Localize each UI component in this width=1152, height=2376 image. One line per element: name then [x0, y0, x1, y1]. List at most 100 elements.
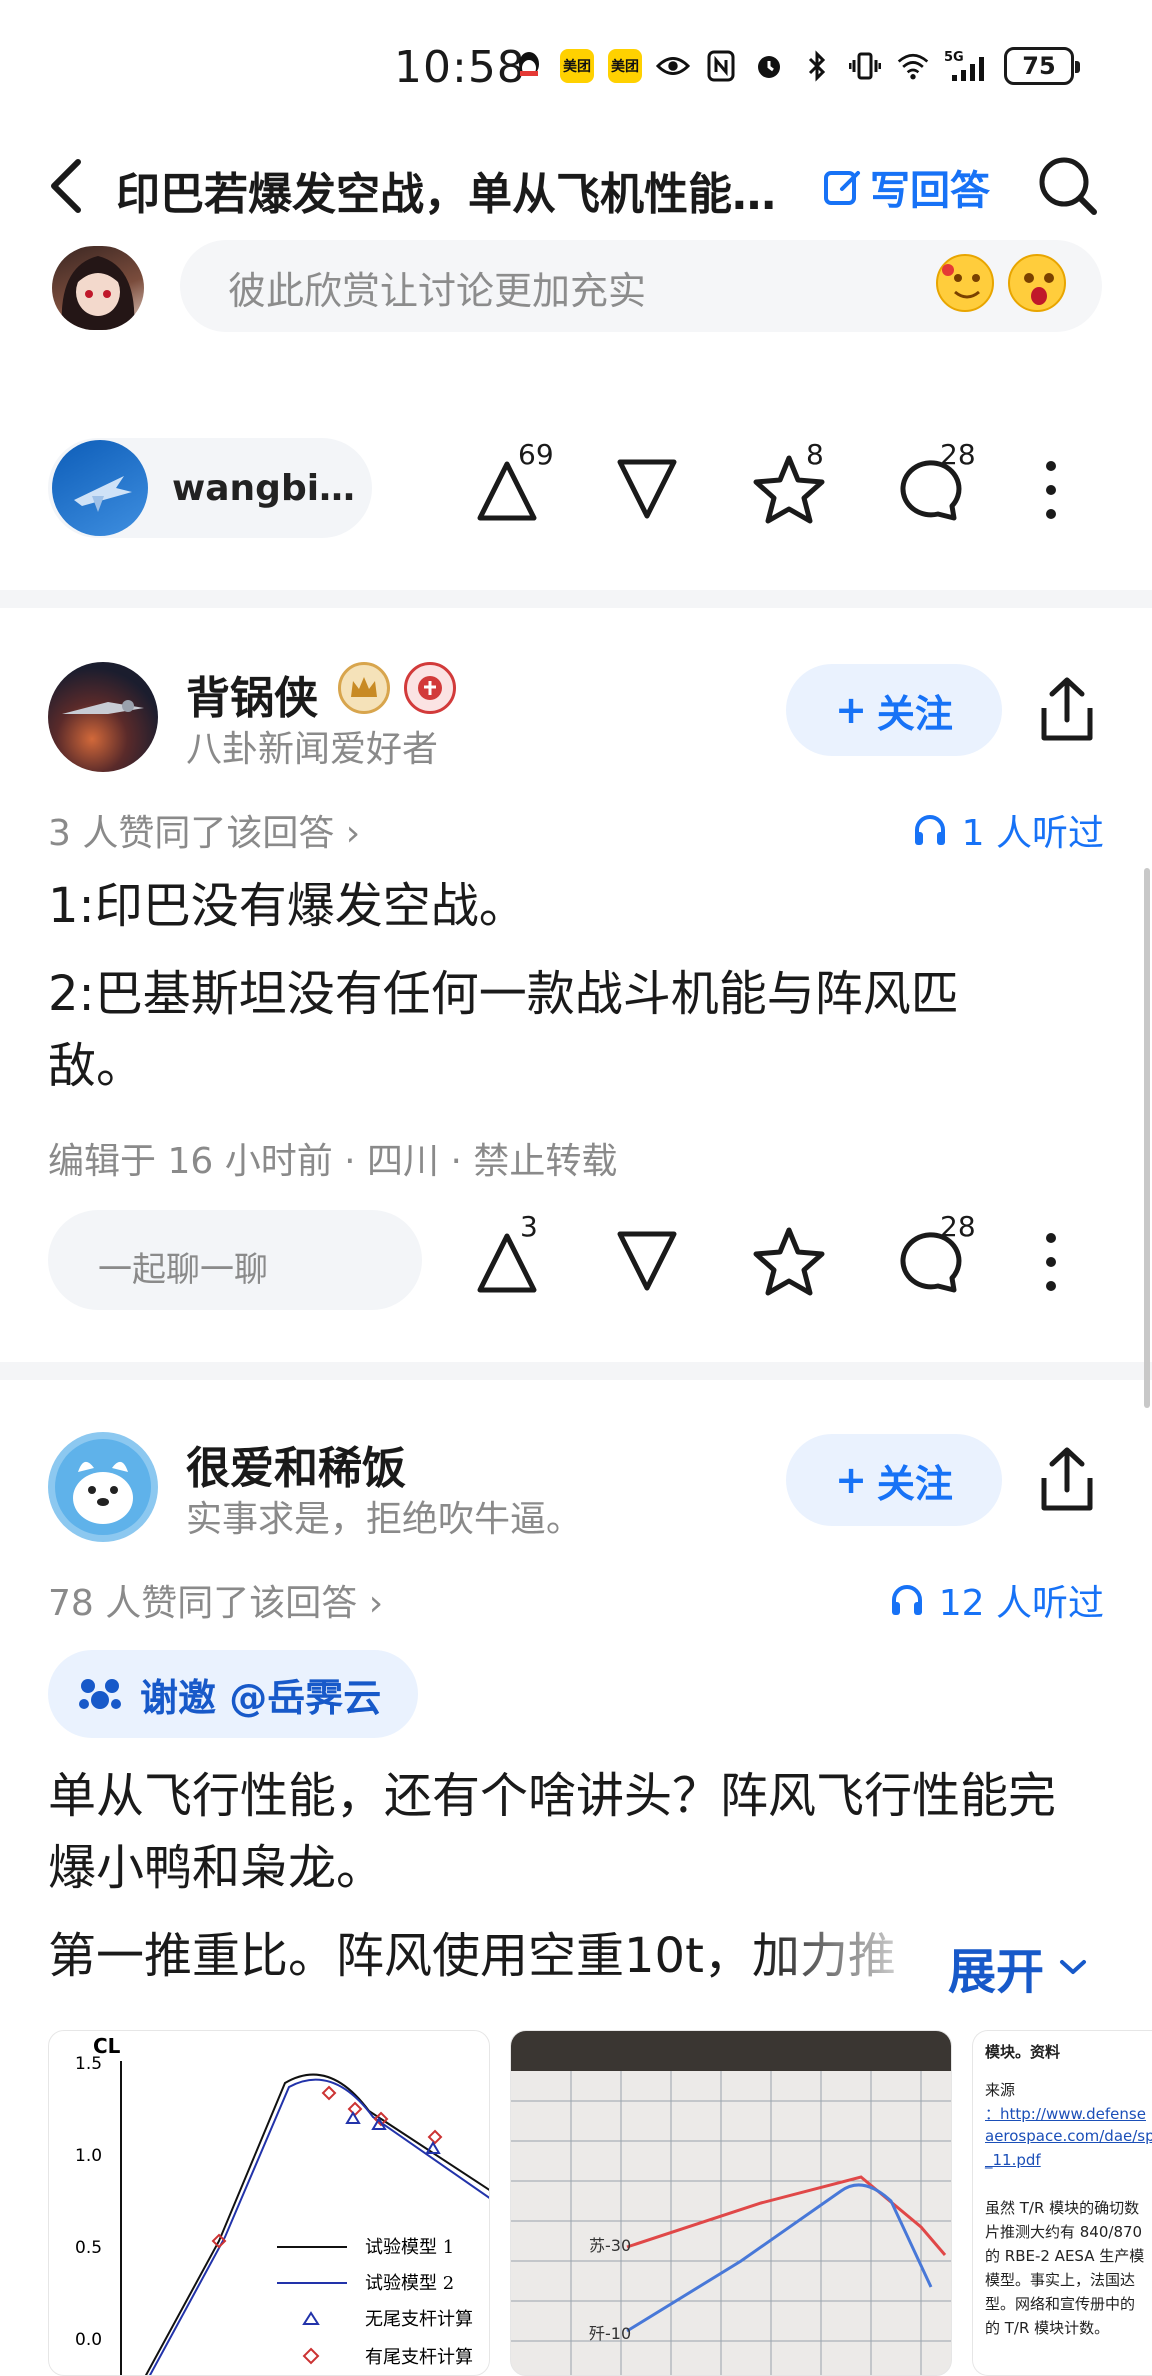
document-image-thumbnail[interactable]: 模块。资料 来源 ：http://www.defense aerospace.c…: [972, 2030, 1152, 2376]
scrollbar[interactable]: [1144, 868, 1150, 1408]
follow-button[interactable]: + 关注: [786, 1434, 1002, 1526]
agree-count-link[interactable]: 3 人赞同了该回答 ›: [48, 804, 360, 856]
answer-paragraph: 单从飞行性能，还有个啥讲头？阵风飞行性能完爆小鸭和枭龙。: [48, 1768, 1057, 1896]
more-options-button[interactable]: [1036, 1222, 1066, 1302]
star-icon: [753, 1227, 825, 1296]
answer-action-bar: 一起聊一聊: [0, 1210, 1152, 1320]
share-button[interactable]: [1036, 1444, 1098, 1514]
doc-line: 模型。事实上，法国达: [985, 2271, 1136, 2289]
section-divider: [0, 1362, 1152, 1380]
comment-placeholder: 彼此欣赏让讨论更加充实: [228, 269, 647, 313]
signal-icon: 5G: [944, 49, 990, 83]
edit-icon: [824, 171, 860, 205]
chat-placeholder: 一起聊一聊: [98, 1250, 268, 1290]
nfc-icon: [704, 49, 738, 83]
favorite-count: 8: [806, 438, 824, 471]
downvote-icon: [617, 459, 677, 519]
plus-icon: +: [835, 1458, 867, 1502]
answer-author-name[interactable]: 很爱和稀饭: [186, 1432, 406, 1496]
comment-input[interactable]: 彼此欣赏让讨论更加充实: [180, 240, 1102, 332]
more-options-button[interactable]: [1036, 450, 1066, 530]
more-vertical-icon: [1046, 461, 1056, 519]
expand-label: 展开: [948, 1944, 1045, 2000]
eye-icon: [656, 49, 690, 83]
series-label: 苏-30: [589, 2236, 631, 2255]
favorite-button[interactable]: [744, 1216, 834, 1306]
question-title[interactable]: 印巴若爆发空战，单从飞机性能…: [116, 158, 806, 222]
ytick: 1.0: [75, 2146, 102, 2166]
network-type: 5G: [944, 50, 964, 65]
question-action-bar: wangbi…: [0, 438, 1152, 548]
invite-label: 谢邀 @岳霁云: [140, 1675, 382, 1720]
agree-count-link[interactable]: 78 人赞同了该回答 ›: [48, 1574, 383, 1626]
answer-meta: 3 人赞同了该回答 › 1 人听过: [0, 796, 1152, 854]
listen-count[interactable]: 12 人听过: [889, 1574, 1104, 1626]
question-nav-bar: 印巴若爆发空战，单从飞机性能… 写回答: [0, 140, 1152, 232]
write-answer-button[interactable]: 写回答: [822, 158, 990, 216]
medal-badge-icon[interactable]: [404, 662, 456, 714]
invite-chip[interactable]: 谢邀 @岳霁云: [48, 1650, 418, 1738]
answer-content[interactable]: 1:印巴没有爆发空战。 2:巴基斯坦没有任何一款战斗机能与阵风匹敌。: [48, 870, 1058, 1102]
answer-paragraph: 1:印巴没有爆发空战。: [48, 878, 527, 934]
legend-entry: 试验模型 2: [365, 2273, 454, 2294]
doc-line: 型。网络和宣传册中的: [985, 2295, 1136, 2313]
answer-author-name[interactable]: 背锅侠: [186, 662, 318, 726]
comment-composer: 彼此欣赏让讨论更加充实: [0, 240, 1152, 354]
series-label: 歼-10: [589, 2324, 631, 2343]
write-answer-label: 写回答: [870, 168, 990, 214]
user-avatar[interactable]: [52, 246, 144, 330]
chevron-left-icon: [51, 159, 81, 213]
author-avatar: [52, 440, 148, 536]
doc-line: 模块。资料: [985, 2043, 1061, 2061]
answer-author-avatar[interactable]: [48, 1432, 158, 1542]
listen-count-label: 1 人听过: [961, 813, 1104, 854]
author-name: wangbi…: [172, 468, 356, 509]
plus-icon: +: [835, 688, 867, 732]
upvote-icon: [477, 1233, 537, 1293]
answer-author-bio: 实事求是，拒绝吹牛逼。: [186, 1499, 583, 1540]
doc-link: _11.pdf: [985, 2151, 1041, 2169]
meituan-icon: 美团: [560, 49, 594, 83]
downvote-button[interactable]: [602, 1216, 692, 1306]
listen-count[interactable]: 1 人听过: [912, 804, 1104, 856]
answer-edit-info: 编辑于 16 小时前 · 四川 · 禁止转载: [48, 1141, 618, 1182]
section-divider: [0, 590, 1152, 608]
legend-entry: 试验模型 1: [365, 2237, 454, 2258]
search-button[interactable]: [1036, 154, 1100, 218]
question-author-chip[interactable]: wangbi…: [48, 438, 372, 538]
emoji-smile-icon[interactable]: [936, 254, 994, 312]
meituan-icon: 美团: [608, 49, 642, 83]
back-button[interactable]: [42, 150, 92, 222]
doc-line: 片推测大约有 840/870: [985, 2223, 1143, 2241]
answer-author-avatar[interactable]: [48, 662, 158, 772]
crown-badge-icon[interactable]: [338, 662, 390, 714]
listen-count-label: 12 人听过: [938, 1583, 1104, 1624]
more-vertical-icon: [1046, 1233, 1056, 1291]
status-bar: 10:58 美团 美团 5G 75: [0, 0, 1152, 130]
downvote-button[interactable]: [602, 444, 692, 534]
upvote-button[interactable]: [462, 1216, 552, 1306]
emoji-surprised-icon[interactable]: [1008, 254, 1066, 312]
alarm-icon: [752, 49, 786, 83]
photo-image-thumbnail[interactable]: 苏-30 歼-10: [510, 2030, 952, 2376]
chat-input[interactable]: 一起聊一聊: [48, 1210, 422, 1310]
follow-label: 关注: [876, 691, 953, 736]
chart-image-thumbnail[interactable]: CL 1.5 1.0 0.5 0.0 试验模型 1 试验模型 2 无尾支杆计算 …: [48, 2030, 490, 2376]
ytick: 1.5: [75, 2054, 102, 2074]
share-button[interactable]: [1036, 674, 1098, 744]
doc-link: aerospace.com/dae/sp: [985, 2127, 1152, 2145]
doc-link: ：http://www.defense: [985, 2105, 1146, 2123]
headphones-icon: [914, 815, 945, 845]
expand-button[interactable]: 展开: [948, 1932, 1088, 2002]
upvote-count: 3: [520, 1210, 538, 1243]
bluetooth-icon: [800, 49, 834, 83]
downvote-icon: [617, 1231, 677, 1291]
follow-button[interactable]: + 关注: [786, 664, 1002, 756]
share-icon: [1041, 677, 1093, 741]
answer-meta: 78 人赞同了该回答 › 12 人听过: [0, 1566, 1152, 1624]
legend-entry: 无尾支杆计算: [365, 2309, 473, 2330]
invite-icon: [79, 1679, 121, 1709]
answer-author-bio: 八卦新闻爱好者: [186, 729, 439, 770]
doc-line: 来源: [985, 2081, 1016, 2099]
follow-label: 关注: [876, 1461, 953, 1506]
